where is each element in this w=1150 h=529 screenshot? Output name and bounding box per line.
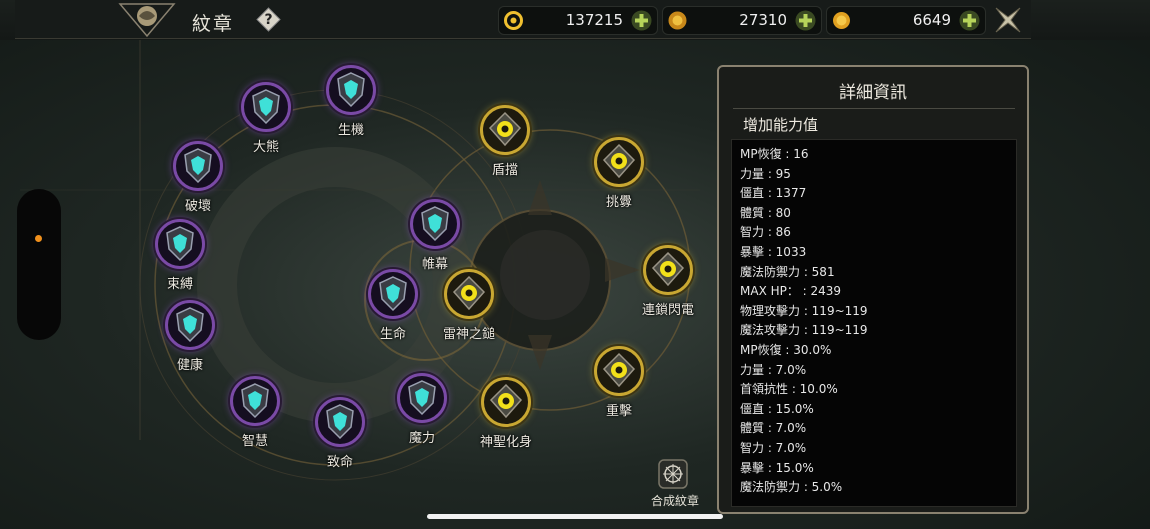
stat-row: 僵直 : 1377 [740,186,807,201]
combine-emblem-label[interactable]: 合成紋章 [640,492,710,509]
emblem-label: 盾擋 [491,163,518,178]
emblem-crest-icon [602,352,636,388]
stat-row: MAX HP： : 2439 [740,284,842,299]
emblem-crest-icon [184,148,212,184]
stat-row: 力量 : 95 [740,166,791,181]
emblem-crest-icon [488,111,522,147]
emblem-label: 智慧 [241,434,268,449]
emblem-label: 雷神之鎚 [442,327,495,342]
stat-row: 暴擊 : 15.0% [740,460,814,475]
currency-swirl: 137215 [498,6,658,35]
add-currency-button[interactable] [959,10,980,31]
emblem-node[interactable] [241,82,291,132]
add-currency-button[interactable] [631,10,652,31]
svg-text:?: ? [264,12,272,28]
swirl-coin-icon [504,11,523,30]
combine-emblem-icon[interactable] [657,458,689,490]
emblem-crest-icon [252,89,280,125]
emblem-label: 連鎖閃電 [641,303,694,318]
emblem-node[interactable] [315,397,365,447]
stat-row: 體質 : 7.0% [740,421,807,436]
emblem-label: 重擊 [605,404,632,419]
emblem-label: 生機 [337,123,364,138]
emblem-crest-icon [176,307,204,343]
emblem-node[interactable] [397,373,447,423]
stat-row: 智力 : 7.0% [740,441,807,455]
stat-row: 僵直 : 15.0% [740,401,814,416]
panel-title: 詳細資訊 [839,83,907,103]
emblem-crest-icon [602,143,636,179]
emblem-label: 挑釁 [605,195,632,210]
stat-row: 首領抗性 : 10.0% [740,382,838,397]
stats-list[interactable]: MP恢復 : 16 力量 : 95 僵直 : 1377 體質 : 80 智力 : 86 暴… [731,139,1017,507]
panel-subtitle: 增加能力值 [743,116,819,134]
emblem-node[interactable] [480,105,530,155]
currency-coin: 6649 [826,6,986,35]
emblem-crest-icon [651,251,685,287]
page-title: 紋章 [192,13,235,35]
gold-coin-icon [833,12,850,29]
emblem-label: 破壞 [184,199,211,214]
emblem-crest-icon [408,380,436,416]
stat-row: 力量 : 7.0% [740,362,807,377]
emblem-node[interactable] [444,269,494,319]
emblem-node[interactable] [594,137,644,187]
close-icon[interactable] [992,4,1024,36]
emblem-crest-icon [337,72,365,108]
stat-row: MP恢復 : 30.0% [740,343,832,357]
emblem-node[interactable] [326,65,376,115]
emblem-node[interactable] [410,199,460,249]
question-mark-icon[interactable]: ? [256,7,281,32]
panel-divider [733,108,1015,109]
stat-row: 智力 : 86 [740,225,791,240]
emblem-node[interactable] [173,141,223,191]
currency-coin-value: 6649 [912,11,951,29]
emblem-label: 健康 [176,358,203,373]
emblem-node[interactable] [165,300,215,350]
emblem-crest-icon [421,206,449,242]
stat-row: 暴擊 : 1033 [740,245,807,259]
dragon-emblem-icon [118,3,176,38]
notification-dot [35,235,42,242]
emblem-crest-icon [379,276,407,312]
stat-row: 體質 : 80 [740,205,791,220]
stat-row: 魔法防禦力 : 5.0% [740,480,843,495]
add-currency-button[interactable] [795,10,816,31]
home-indicator [427,514,723,519]
emblem-label: 致命 [326,455,353,470]
emblem-label: 魔力 [408,431,435,446]
emblem-node[interactable] [368,269,418,319]
stat-row: MP恢復 : 16 [740,147,809,161]
currency-swirl-value: 137215 [565,11,623,29]
emblem-crest-icon [326,404,354,440]
emblem-crest-icon [489,383,523,419]
emblem-crest-icon [166,226,194,262]
side-menu-tab[interactable] [17,189,61,340]
emblem-node[interactable] [230,376,280,426]
currency-medal-value: 27310 [739,11,787,29]
emblem-node[interactable] [155,219,205,269]
emblem-label: 大熊 [252,140,279,155]
stat-row: 魔法防禦力 : 581 [740,264,835,279]
emblem-node[interactable] [594,346,644,396]
currency-medal: 27310 [662,6,822,35]
emblem-crest-icon [241,383,269,419]
emblem-crest-icon [452,275,486,311]
stat-row: 魔法攻擊力 : 119~119 [740,323,868,338]
emblem-node[interactable] [481,377,531,427]
gold-medal-icon [668,11,687,30]
emblem-node[interactable] [643,245,693,295]
emblem-label: 神聖化身 [479,435,532,450]
detail-panel: 詳細資訊 增加能力值 MP恢復 : 16 力量 : 95 僵直 : 1377 體質 :… [717,65,1029,514]
emblem-label: 束縛 [166,277,193,292]
stat-row: 物理攻擊力 : 119~119 [740,303,868,318]
